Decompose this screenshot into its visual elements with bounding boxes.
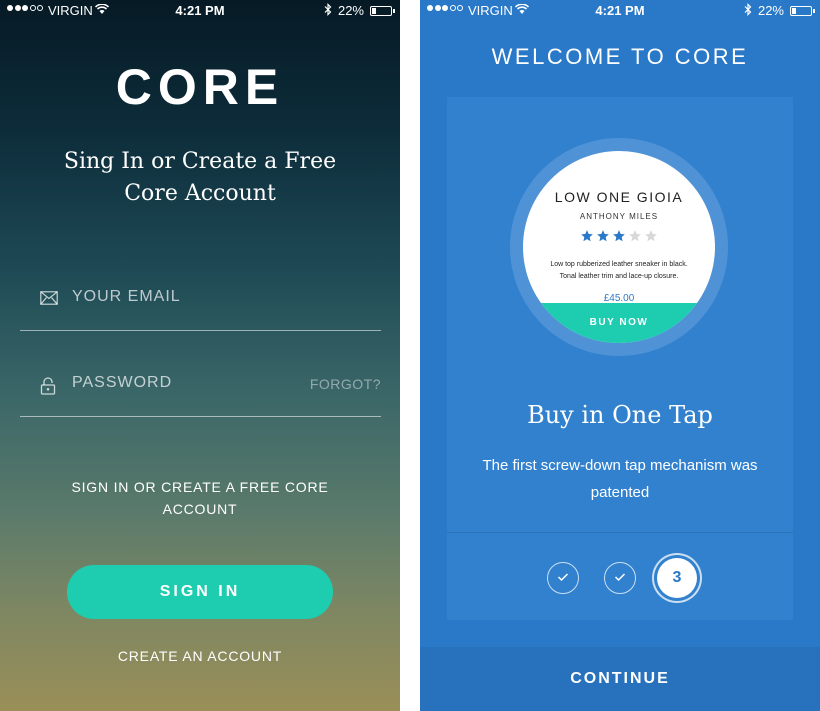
star-rating [523,229,715,243]
onboarding-card: LOW ONE GIOIA ANTHONY MILES Low top rubb… [447,97,793,620]
battery-icon [790,6,815,16]
battery-icon [370,6,395,16]
star-filled-icon [597,230,609,242]
check-icon [557,569,569,587]
email-placeholder: YOUR EMAIL [72,288,181,305]
bluetooth-icon [324,3,332,19]
continue-button[interactable]: CONTINUE [420,647,820,711]
battery-percent-label: 22% [757,3,784,18]
status-bar: VIRGIN 4:21 PM 22% [0,0,400,22]
check-icon [614,569,626,587]
feature-title: Buy in One Tap [527,401,713,429]
product-card: LOW ONE GIOIA ANTHONY MILES Low top rubb… [523,151,715,343]
star-empty-icon [645,230,657,242]
feature-description: The first screw-down tap mechanism was p… [482,457,758,501]
star-empty-icon [629,230,641,242]
status-bar: VIRGIN 4:21 PM 22% [420,0,820,22]
password-placeholder: PASSWORD [72,374,173,391]
star-filled-icon [613,230,625,242]
onboarding-screen: VIRGIN 4:21 PM 22% WELCOME TO CORE LOW O… [420,0,820,711]
create-account-link[interactable]: CREATE AN ACCOUNT [0,648,400,664]
welcome-title: WELCOME TO CORE [491,44,749,69]
app-logo: CORE [115,59,285,115]
signin-screen: VIRGIN 4:21 PM 22% CORE Sing In or Creat… [0,0,400,711]
star-filled-icon [581,230,593,242]
product-brand: ANTHONY MILES [579,212,659,221]
password-field[interactable]: PASSWORD FORGOT? [20,372,381,417]
sign-in-button[interactable]: SIGN IN [67,565,333,619]
step-1-completed[interactable] [547,562,579,594]
step-3-current[interactable]: 3 [657,558,697,598]
envelope-icon [40,291,58,307]
product-preview-ring: LOW ONE GIOIA ANTHONY MILES Low top rubb… [510,138,728,356]
buy-now-button[interactable]: BUY NOW [523,303,715,343]
signin-promo-text: SIGN IN OR CREATE A FREE CORE ACCOUNT [71,479,329,517]
lock-icon [40,377,58,395]
bluetooth-icon [744,3,752,19]
forgot-password-link[interactable]: FORGOT? [310,376,381,392]
product-description: Low top rubberized leather sneaker in bl… [550,261,688,280]
signin-subtitle: Sing In or Create a Free Core Account [63,149,337,206]
battery-percent-label: 22% [337,3,364,18]
product-name: LOW ONE GIOIA [554,189,684,205]
divider [447,532,793,533]
email-field[interactable]: YOUR EMAIL [20,286,381,331]
step-2-completed[interactable] [604,562,636,594]
